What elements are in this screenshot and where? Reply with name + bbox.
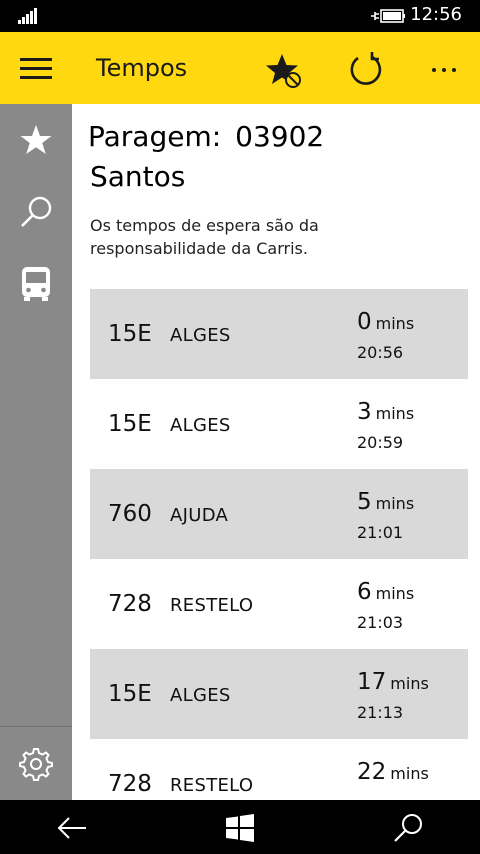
- route-number: 15E: [108, 681, 152, 707]
- destination: ALGES: [170, 685, 231, 706]
- arrival-row[interactable]: 15E ALGES 0 mins 20:56: [90, 289, 468, 379]
- minutes-unit: mins: [375, 314, 415, 333]
- sidebar: [0, 104, 72, 800]
- minutes-unit: mins: [375, 584, 415, 603]
- route-number: 760: [108, 501, 152, 527]
- wait-minutes: 6 mins: [357, 579, 414, 605]
- destination: ALGES: [170, 325, 231, 346]
- favorite-star-icon[interactable]: [264, 50, 304, 90]
- arrival-row[interactable]: 15E ALGES 3 mins 20:59: [90, 379, 468, 469]
- hamburger-menu-icon[interactable]: [20, 54, 52, 82]
- system-nav-bar: [0, 800, 480, 854]
- minutes-unit: mins: [390, 764, 429, 783]
- route-number: 15E: [108, 411, 152, 437]
- arrival-time: 20:56: [357, 343, 404, 362]
- more-icon[interactable]: [424, 50, 464, 90]
- settings-gear-icon[interactable]: [12, 740, 60, 788]
- wait-minutes: 22 mins: [357, 759, 429, 785]
- stop-name: Santos: [90, 160, 186, 193]
- minutes-unit: mins: [375, 404, 415, 423]
- star-icon[interactable]: [12, 116, 60, 164]
- destination: AJUDA: [170, 505, 229, 526]
- destination: RESTELO: [170, 595, 254, 616]
- stop-label: Paragem:: [88, 120, 222, 153]
- destination: RESTELO: [170, 775, 254, 796]
- disclaimer-text: Os tempos de espera são da responsabilid…: [90, 216, 319, 258]
- wait-minutes: 0 mins: [357, 309, 414, 335]
- search-icon[interactable]: [388, 808, 428, 848]
- wait-minutes: 17 mins: [357, 669, 429, 695]
- clock: 12:56: [410, 4, 462, 25]
- sidebar-divider: [0, 726, 72, 727]
- arrival-row[interactable]: 760 AJUDA 5 mins 21:01: [90, 469, 468, 559]
- minutes-value: 17: [357, 669, 387, 695]
- stop-code: 03902: [235, 120, 325, 153]
- minutes-value: 6: [357, 579, 372, 605]
- arrival-row[interactable]: 15E ALGES 17 mins 21:13: [90, 649, 468, 739]
- app-bar: Tempos: [0, 32, 480, 104]
- arrivals-list: 15E ALGES 0 mins 20:56 15E ALGES 3 mins 20…: [90, 289, 468, 800]
- minutes-value: 22: [357, 759, 387, 785]
- refresh-icon[interactable]: [346, 50, 386, 90]
- bus-icon[interactable]: [12, 260, 60, 308]
- minutes-value: 3: [357, 399, 372, 425]
- wait-minutes: 5 mins: [357, 489, 414, 515]
- route-number: 728: [108, 771, 152, 797]
- arrival-row[interactable]: 728 RESTELO 22 mins: [90, 739, 468, 800]
- signal-icon: [18, 8, 42, 24]
- search-icon[interactable]: [12, 188, 60, 236]
- destination: ALGES: [170, 415, 231, 436]
- minutes-unit: mins: [390, 674, 429, 693]
- main-content: Paragem: 03902 Santos Os tempos de espera…: [72, 104, 480, 800]
- page-title: Tempos: [96, 54, 188, 82]
- minutes-value: 5: [357, 489, 372, 515]
- arrival-row[interactable]: 728 RESTELO 6 mins 21:03: [90, 559, 468, 649]
- status-bar: 12:56: [0, 0, 480, 32]
- arrival-time: 21:13: [357, 703, 404, 722]
- arrival-time: 20:59: [357, 433, 404, 452]
- battery-charging-icon: [371, 9, 405, 23]
- route-number: 15E: [108, 321, 152, 347]
- minutes-unit: mins: [375, 494, 415, 513]
- wait-minutes: 3 mins: [357, 399, 414, 425]
- stop-header: Paragem: 03902: [88, 120, 324, 153]
- arrival-time: 21:01: [357, 523, 404, 542]
- route-number: 728: [108, 591, 152, 617]
- windows-start-icon[interactable]: [220, 808, 260, 848]
- arrival-time: 21:03: [357, 613, 404, 632]
- minutes-value: 0: [357, 309, 372, 335]
- back-arrow-icon[interactable]: [52, 808, 92, 848]
